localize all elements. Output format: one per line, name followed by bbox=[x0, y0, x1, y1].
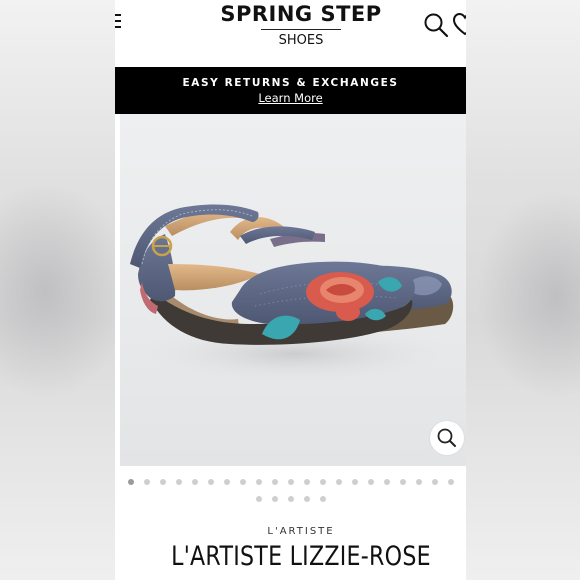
gallery-dot[interactable] bbox=[383, 479, 390, 485]
gallery-dot[interactable] bbox=[239, 479, 246, 485]
gallery-dot[interactable] bbox=[319, 479, 326, 485]
gallery-dot[interactable] bbox=[159, 479, 166, 485]
gallery-dot[interactable] bbox=[399, 479, 406, 485]
gallery-dot[interactable] bbox=[223, 479, 230, 485]
gallery-dot[interactable] bbox=[207, 479, 214, 485]
gallery-dot[interactable] bbox=[175, 479, 182, 485]
blurred-backdrop-left bbox=[0, 0, 130, 580]
gallery-dot[interactable] bbox=[415, 479, 422, 485]
gallery-dot[interactable] bbox=[447, 479, 454, 485]
promo-banner: EASY RETURNS & EXCHANGES Learn More bbox=[115, 67, 466, 114]
gallery-dot[interactable] bbox=[319, 496, 326, 502]
search-icon[interactable] bbox=[423, 12, 449, 38]
product-title: L'ARTISTE LIZZIE-ROSE bbox=[171, 541, 431, 572]
gallery-dot[interactable] bbox=[351, 479, 358, 485]
zoom-icon bbox=[437, 428, 456, 447]
gallery-dot[interactable] bbox=[287, 479, 294, 485]
gallery-dot[interactable] bbox=[271, 479, 278, 485]
zoom-button[interactable] bbox=[430, 421, 464, 455]
brand-name[interactable]: SPRING STEP bbox=[115, 2, 466, 26]
brand-divider bbox=[261, 29, 341, 30]
promo-text: EASY RETURNS & EXCHANGES bbox=[182, 77, 399, 89]
site-header: SPRING STEP SHOES bbox=[115, 0, 466, 67]
pagination-row-2 bbox=[115, 496, 466, 504]
product-image[interactable] bbox=[120, 114, 466, 466]
gallery-dot[interactable] bbox=[143, 479, 150, 485]
gallery-dot[interactable] bbox=[191, 479, 198, 485]
gallery-dot[interactable] bbox=[255, 479, 262, 485]
brand-subtitle: SHOES bbox=[278, 33, 324, 48]
heart-icon[interactable] bbox=[453, 12, 466, 38]
gallery-dot[interactable] bbox=[303, 479, 310, 485]
gallery-dot[interactable] bbox=[335, 479, 342, 485]
phone-screen: SPRING STEP SHOES EASY RETURNS & EXCHANG… bbox=[115, 0, 466, 580]
pagination-row-1 bbox=[115, 479, 466, 487]
learn-more-link[interactable]: Learn More bbox=[115, 91, 466, 105]
gallery-dot[interactable] bbox=[127, 479, 134, 485]
gallery-pagination bbox=[115, 479, 466, 513]
shoe-illustration bbox=[130, 204, 460, 384]
product-vendor[interactable]: L'ARTISTE bbox=[115, 526, 466, 537]
blurred-backdrop-right bbox=[466, 0, 580, 580]
gallery-dot[interactable] bbox=[271, 496, 278, 502]
gallery-dot[interactable] bbox=[255, 496, 262, 502]
gallery-dot[interactable] bbox=[431, 479, 438, 485]
gallery-dot[interactable] bbox=[303, 496, 310, 502]
gallery-dot[interactable] bbox=[287, 496, 294, 502]
gallery-dot[interactable] bbox=[367, 479, 374, 485]
